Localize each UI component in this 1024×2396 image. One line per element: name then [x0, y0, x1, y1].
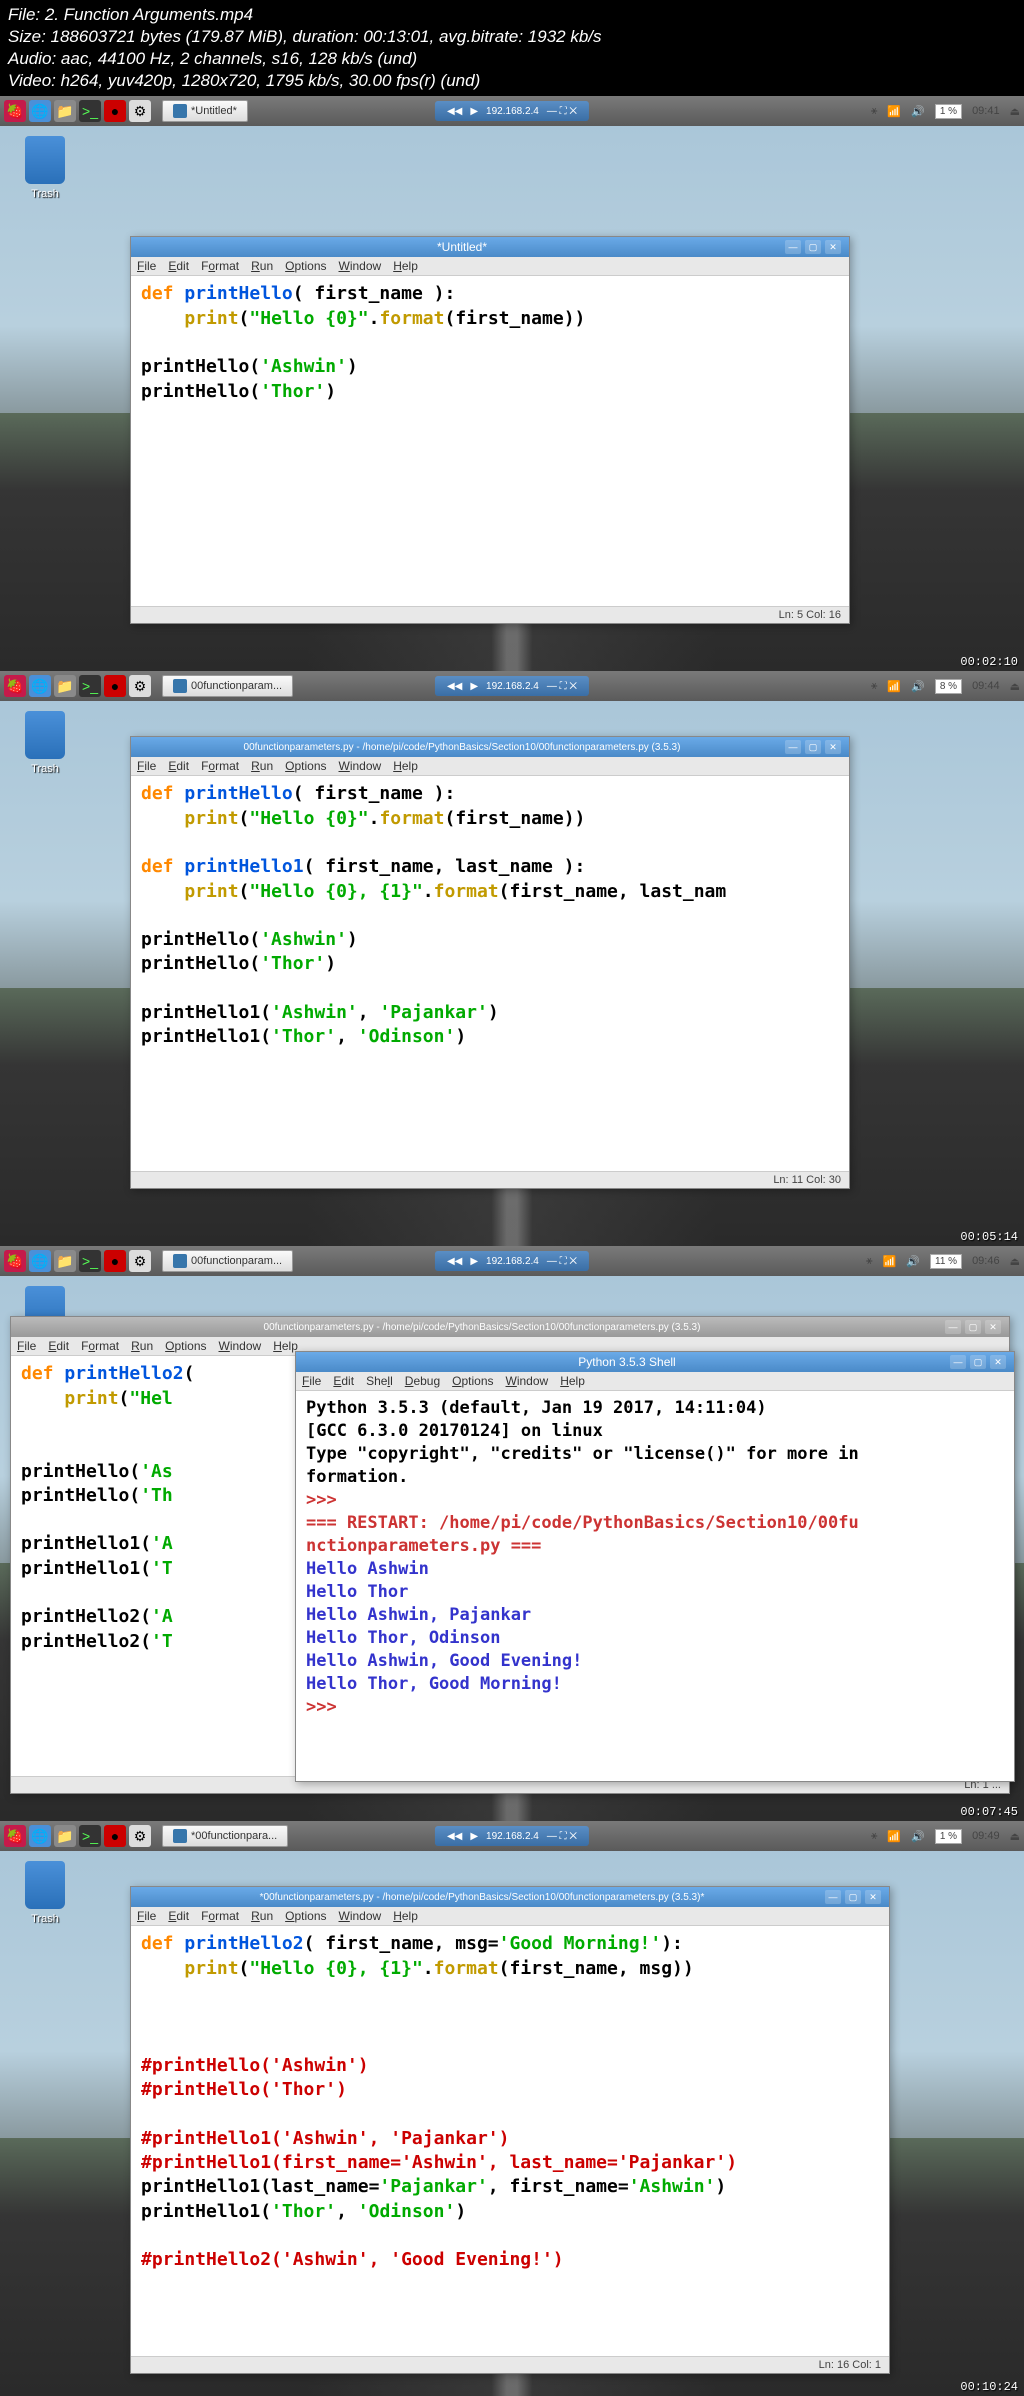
task-button[interactable]: 00functionparam...	[162, 1250, 293, 1272]
timecode: 00:02:10	[960, 655, 1018, 669]
taskbar: 🍓 🌐 📁 >_ ● ⚙ *Untitled* ◀◀▶192.168.2.4— …	[0, 96, 1024, 126]
statusbar: Ln: 5 Col: 16	[131, 606, 849, 623]
app-icon[interactable]: ●	[104, 675, 126, 697]
vnc-toolbar[interactable]: ◀◀▶192.168.2.4— ⛶ ✕	[435, 676, 589, 696]
files-icon[interactable]: 📁	[54, 675, 76, 697]
frame-3: 🍓🌐📁>_●⚙ 00functionparam... ◀◀▶192.168.2.…	[0, 1246, 1024, 1821]
app-icon[interactable]: ●	[104, 100, 126, 122]
code-editor[interactable]: def printHello( first_name ): print("Hel…	[131, 276, 849, 606]
files-icon[interactable]: 📁	[54, 100, 76, 122]
frame-2: 🍓 🌐 📁 >_ ● ⚙ 00functionparam... ◀◀▶192.1…	[0, 671, 1024, 1246]
gear-icon[interactable]: ⚙	[129, 675, 151, 697]
eject-icon[interactable]: ⏏	[1010, 105, 1020, 118]
cpu-percent: 1 %	[935, 104, 962, 119]
maximize-button[interactable]: ▢	[805, 240, 821, 254]
wifi-icon[interactable]: 📶	[887, 105, 901, 118]
task-button[interactable]: 00functionparam...	[162, 675, 293, 697]
minimize-button[interactable]: —	[785, 240, 801, 254]
editor-window: *Untitled* —▢✕ FileEditFormatRunOptionsW…	[130, 236, 850, 624]
trash-desktop-icon[interactable]: Trash	[25, 711, 65, 775]
editor-window: *00functionparameters.py - /home/pi/code…	[130, 1886, 890, 2374]
editor-window: 00functionparameters.py - /home/pi/code/…	[130, 736, 850, 1189]
volume-icon[interactable]: 🔊	[911, 105, 925, 118]
raspberry-menu-icon[interactable]: 🍓	[4, 675, 26, 697]
frame-1: 🍓 🌐 📁 >_ ● ⚙ *Untitled* ◀◀▶192.168.2.4— …	[0, 96, 1024, 671]
close-button[interactable]: ✕	[825, 240, 841, 254]
frame-4: 🍓🌐📁>_●⚙ *00functionpara... ◀◀▶192.168.2.…	[0, 1821, 1024, 2396]
titlebar[interactable]: *Untitled* —▢✕	[131, 237, 849, 257]
raspberry-menu-icon[interactable]: 🍓	[4, 100, 26, 122]
media-info: File: 2. Function Arguments.mp4 Size: 18…	[0, 0, 1024, 96]
shell-output[interactable]: Python 3.5.3 (default, Jan 19 2017, 14:1…	[296, 1391, 1014, 1781]
task-button[interactable]: *Untitled*	[162, 100, 248, 122]
terminal-icon[interactable]: >_	[79, 100, 101, 122]
bluetooth-icon[interactable]: ⚹	[871, 105, 878, 118]
browser-icon[interactable]: 🌐	[29, 675, 51, 697]
gear-icon[interactable]: ⚙	[129, 100, 151, 122]
code-editor[interactable]: def printHello( first_name ): print("Hel…	[131, 776, 849, 1171]
shell-window: Python 3.5.3 Shell—▢✕ FileEditShellDebug…	[295, 1351, 1015, 1782]
clock: 09:41	[972, 105, 1000, 117]
terminal-icon[interactable]: >_	[79, 675, 101, 697]
titlebar[interactable]: 00functionparameters.py - /home/pi/code/…	[131, 737, 849, 757]
browser-icon[interactable]: 🌐	[29, 100, 51, 122]
menubar[interactable]: FileEditFormatRunOptionsWindowHelp	[131, 257, 849, 276]
code-editor[interactable]: def printHello2( first_name, msg='Good M…	[131, 1926, 889, 2356]
trash-desktop-icon[interactable]: Trash	[25, 136, 65, 200]
task-button[interactable]: *00functionpara...	[162, 1825, 288, 1847]
vnc-toolbar[interactable]: ◀◀▶192.168.2.4— ⛶ ✕	[435, 101, 589, 121]
